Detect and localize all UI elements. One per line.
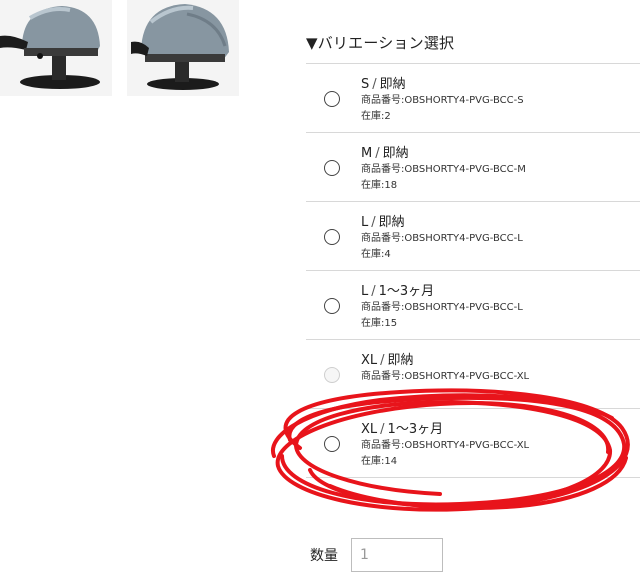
- variation-size: XL: [361, 353, 378, 368]
- variation-stock: 在庫:4: [361, 249, 391, 260]
- variation-size: M: [361, 146, 373, 161]
- variation-separator: /: [380, 353, 385, 368]
- variation-size: L: [361, 215, 369, 230]
- variation-name: L / 即納: [361, 214, 523, 231]
- variation-product-code: 商品番号:OBSHORTY4-PVG-BCC-M: [361, 164, 526, 175]
- variation-radio[interactable]: [324, 229, 340, 245]
- variation-name: L/1〜3ヶ月: [361, 283, 523, 300]
- variation-name: S / 即納: [361, 76, 524, 93]
- helmet-photo-side: [127, 0, 239, 96]
- variation-option[interactable]: XL/1〜3ヶ月商品番号:OBSHORTY4-PVG-BCC-XL 在庫:14: [306, 409, 640, 478]
- quantity-label: 数量: [310, 548, 338, 564]
- variation-details: L / 即納商品番号:OBSHORTY4-PVG-BCC-L 在庫:4: [361, 214, 523, 263]
- helmet-photo-front: [0, 0, 112, 96]
- variation-details: L/1〜3ヶ月商品番号:OBSHORTY4-PVG-BCC-L 在庫:15: [361, 283, 523, 332]
- quantity-input[interactable]: [351, 538, 443, 572]
- variation-details: M / 即納商品番号:OBSHORTY4-PVG-BCC-M 在庫:18: [361, 145, 526, 194]
- variation-availability: 1〜3ヶ月: [387, 422, 444, 437]
- variation-radio[interactable]: [324, 298, 340, 314]
- variation-stock: 在庫:14: [361, 456, 398, 467]
- variation-name: XL/1〜3ヶ月: [361, 421, 529, 438]
- variation-size: S: [361, 77, 370, 92]
- variation-size: XL: [361, 422, 378, 437]
- variation-separator: /: [380, 422, 385, 437]
- variation-availability: 即納: [382, 146, 409, 161]
- variation-radio[interactable]: [324, 160, 340, 176]
- variation-details: XL/1〜3ヶ月商品番号:OBSHORTY4-PVG-BCC-XL 在庫:14: [361, 421, 529, 470]
- variation-option[interactable]: L/1〜3ヶ月商品番号:OBSHORTY4-PVG-BCC-L 在庫:15: [306, 271, 640, 340]
- variation-radio: [324, 367, 340, 383]
- variation-availability: 即納: [387, 353, 414, 368]
- product-thumbnail-1[interactable]: [0, 0, 112, 96]
- variation-radio[interactable]: [324, 91, 340, 107]
- variation-separator: /: [371, 215, 376, 230]
- product-thumbnail-2[interactable]: [127, 0, 239, 96]
- variation-separator: /: [372, 77, 377, 92]
- variation-option[interactable]: L / 即納商品番号:OBSHORTY4-PVG-BCC-L 在庫:4: [306, 202, 640, 271]
- variation-product-code: 商品番号:OBSHORTY4-PVG-BCC-S: [361, 95, 524, 106]
- variation-separator: /: [375, 146, 380, 161]
- variation-details: S / 即納商品番号:OBSHORTY4-PVG-BCC-S 在庫:2: [361, 76, 524, 125]
- variation-list: S / 即納 商品番号:OBSHORTY4-PVG-BCC-S 在庫:2 M / 即納 商品番号…: [306, 63, 640, 478]
- variation-availability: 即納: [379, 77, 406, 92]
- variation-stock: 在庫:15: [361, 318, 398, 329]
- variation-option[interactable]: S / 即納商品番号:OBSHORTY4-PVG-BCC-S 在庫:2: [306, 64, 640, 133]
- variation-option[interactable]: M / 即納商品番号:OBSHORTY4-PVG-BCC-M 在庫:18: [306, 133, 640, 202]
- variation-size: L: [361, 284, 369, 299]
- variation-availability: 1〜3ヶ月: [378, 284, 435, 299]
- variation-separator: /: [371, 284, 376, 299]
- variation-product-code: 商品番号:OBSHORTY4-PVG-BCC-XL: [361, 440, 530, 451]
- variation-availability: 即納: [378, 215, 405, 230]
- variation-stock: 在庫:18: [361, 180, 398, 191]
- variation-details: XL / 即納商品番号:OBSHORTY4-PVG-BCC-XL: [361, 352, 529, 385]
- variation-name: XL / 即納: [361, 352, 529, 369]
- variation-radio[interactable]: [324, 436, 340, 452]
- variation-product-code: 商品番号:OBSHORTY4-PVG-BCC-L: [361, 302, 523, 313]
- variation-name: M / 即納: [361, 145, 526, 162]
- variation-section-title: ▼バリエーション選択: [306, 34, 455, 52]
- variation-stock: 在庫:2: [361, 111, 391, 122]
- variation-option: XL / 即納商品番号:OBSHORTY4-PVG-BCC-XL: [306, 340, 640, 409]
- variation-product-code: 商品番号:OBSHORTY4-PVG-BCC-XL: [361, 371, 530, 382]
- variation-product-code: 商品番号:OBSHORTY4-PVG-BCC-L: [361, 233, 523, 244]
